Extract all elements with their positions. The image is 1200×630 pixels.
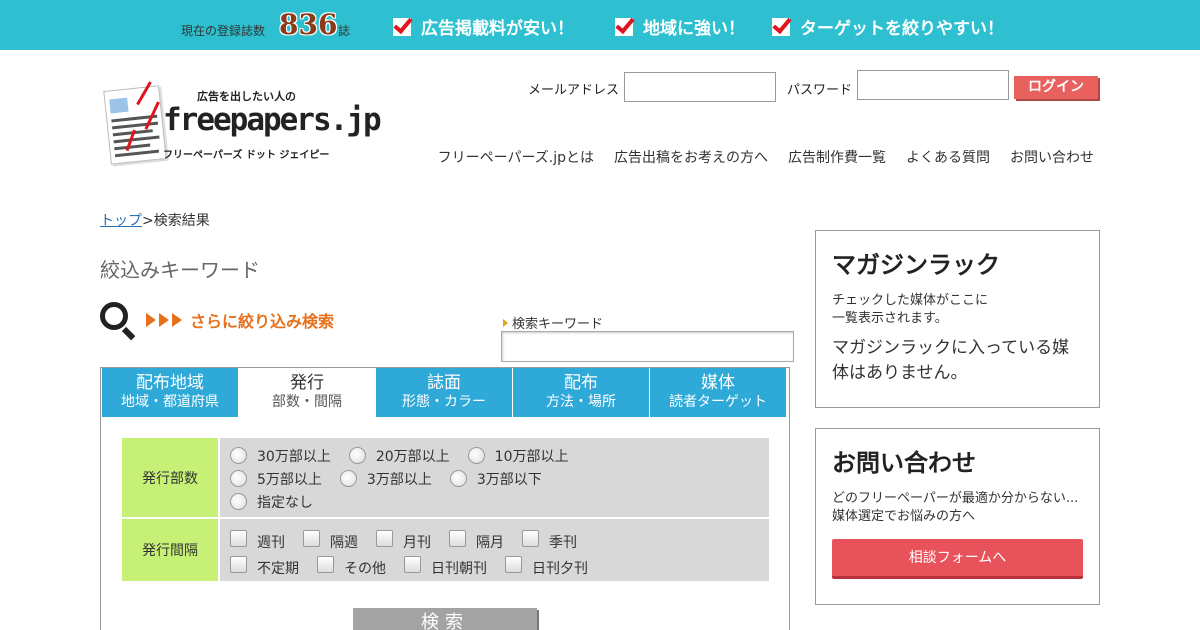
checkbox-option[interactable]: 不定期 xyxy=(230,555,299,578)
consult-form-button[interactable]: 相談フォームへ xyxy=(832,539,1083,579)
nav-about[interactable]: フリーペーパーズ.jpとは xyxy=(438,147,594,167)
contact-box: お問い合わせ どのフリーペーパーが最適か分からない... 媒体選定でお悩みの方へ… xyxy=(815,428,1100,605)
checkbox[interactable] xyxy=(303,529,320,547)
registered-count-label: 現在の登録誌数 xyxy=(181,24,266,38)
main-nav: フリーペーパーズ.jpとは 広告出稿をお考えの方へ 広告制作費一覧 よくある質問… xyxy=(438,147,1094,167)
tab-area[interactable]: 配布地域 地域・都道府県 xyxy=(102,368,239,417)
radio-option[interactable]: 3万部以上 xyxy=(339,469,432,489)
search-icon xyxy=(100,302,136,341)
tab-issue[interactable]: 発行 部数・間隔 xyxy=(239,368,376,417)
checkbox-option[interactable]: 日刊夕刊 xyxy=(505,555,588,578)
tab-format[interactable]: 誌面 形態・カラー xyxy=(376,368,513,417)
radio-option[interactable]: 3万部以下 xyxy=(449,469,542,489)
magazine-rack-box: マガジンラック チェックした媒体がここに 一覧表示されます。 マガジンラックに入… xyxy=(815,230,1100,408)
radio-option[interactable]: 20万部以上 xyxy=(348,446,450,466)
logo-name: freepapers.jp xyxy=(163,102,382,138)
keyword-input[interactable] xyxy=(501,331,794,362)
password-label: パスワード xyxy=(787,83,853,98)
contact-desc: 媒体選定でお悩みの方へ xyxy=(832,509,976,524)
login-button[interactable]: ログイン xyxy=(1014,76,1098,99)
interval-options: 週刊 隔週 月刊 隔月 季刊 不定期 その他 日刊朝刊 日刊夕刊 xyxy=(220,519,769,581)
breadcrumb-current: >検索結果 xyxy=(142,213,210,229)
checkbox[interactable] xyxy=(376,529,393,547)
feature-cheap: 広告掲載料が安い！ xyxy=(393,14,574,39)
nav-advertisers[interactable]: 広告出稿をお考えの方へ xyxy=(614,147,768,167)
checkbox-option[interactable]: 季刊 xyxy=(522,529,577,552)
refine-search-title: さらに絞り込み検索 xyxy=(190,312,335,331)
radio-button[interactable] xyxy=(230,493,247,510)
contact-title: お問い合わせ xyxy=(832,449,976,477)
circulation-filter: 発行部数 30万部以上 20万部以上 10万部以上 5万部以上 3万部以上 3万… xyxy=(122,438,769,517)
top-banner: 現在の登録誌数 836 誌 広告掲載料が安い！ 地域に強い！ ターゲットを絞りや… xyxy=(0,0,1200,50)
interval-label: 発行間隔 xyxy=(122,519,218,581)
feature-local: 地域に強い！ xyxy=(615,14,745,39)
tab-distribution[interactable]: 配布 方法・場所 xyxy=(513,368,650,417)
interval-filter: 発行間隔 週刊 隔週 月刊 隔月 季刊 不定期 その他 日刊朝刊 日刊夕刊 xyxy=(122,519,769,581)
triangle-icon xyxy=(172,313,182,327)
email-field[interactable] xyxy=(624,72,776,102)
checkbox-option[interactable]: 隔週 xyxy=(303,529,358,552)
checkbox-option[interactable]: 週刊 xyxy=(230,529,285,552)
magazine-rack-empty: マガジンラックに入っている媒体はありません。 xyxy=(832,338,1070,383)
radio-option[interactable]: 10万部以上 xyxy=(467,446,568,466)
filter-panel: 配布地域 地域・都道府県 発行 部数・間隔 誌面 形態・カラー 配布 方法・場所… xyxy=(100,367,790,630)
radio-button[interactable] xyxy=(449,470,467,487)
checkbox-option[interactable]: 月刊 xyxy=(376,529,431,552)
password-field[interactable] xyxy=(857,70,1009,100)
checkbox[interactable] xyxy=(505,555,522,573)
nav-production-cost[interactable]: 広告制作費一覧 xyxy=(788,147,886,167)
logo-reading: フリーペーパーズ ドット ジェイピー xyxy=(163,150,330,161)
tab-media[interactable]: 媒体 読者ターゲット xyxy=(650,368,787,417)
checkbox[interactable] xyxy=(317,555,334,573)
email-label: メールアドレス xyxy=(528,83,620,98)
radio-button[interactable] xyxy=(348,447,366,464)
filter-tabs: 配布地域 地域・都道府県 発行 部数・間隔 誌面 形態・カラー 配布 方法・場所… xyxy=(102,368,787,417)
breadcrumb-home[interactable]: トップ xyxy=(100,213,142,229)
search-button[interactable]: 検索 xyxy=(353,608,537,630)
magazine-rack-desc: 一覧表示されます。 xyxy=(832,311,948,326)
site-logo[interactable]: 広告を出したい人の freepapers.jp フリーペーパーズ ドット ジェイ… xyxy=(103,81,382,168)
checkmark-icon xyxy=(615,17,633,36)
checkmark-icon xyxy=(772,17,790,36)
newspaper-icon xyxy=(103,85,167,165)
registered-count-unit: 誌 xyxy=(338,24,351,38)
radio-option[interactable]: 5万部以上 xyxy=(230,469,322,489)
triangle-icon xyxy=(146,313,156,327)
radio-button[interactable] xyxy=(230,470,247,487)
triangle-icon xyxy=(159,313,169,327)
checkbox-option[interactable]: 隔月 xyxy=(449,529,504,552)
radio-button[interactable] xyxy=(467,447,485,464)
nav-contact[interactable]: お問い合わせ xyxy=(1010,147,1094,167)
circulation-label: 発行部数 xyxy=(122,438,218,517)
checkbox[interactable] xyxy=(522,529,539,547)
checkmark-icon xyxy=(393,17,411,36)
registered-count: 836 xyxy=(279,8,338,41)
checkbox-option[interactable]: 日刊朝刊 xyxy=(404,555,487,578)
contact-desc: どのフリーペーパーが最適か分からない... xyxy=(832,491,1079,506)
checkbox[interactable] xyxy=(230,555,247,573)
radio-option[interactable]: 指定なし xyxy=(230,492,313,512)
radio-option[interactable]: 30万部以上 xyxy=(230,446,331,466)
page-title: 絞込みキーワード xyxy=(100,258,260,282)
feature-target: ターゲットを絞りやすい！ xyxy=(772,14,1004,39)
circulation-options: 30万部以上 20万部以上 10万部以上 5万部以上 3万部以上 3万部以下 指… xyxy=(220,438,769,517)
magazine-rack-desc: チェックした媒体がここに xyxy=(832,293,989,308)
nav-faq[interactable]: よくある質問 xyxy=(906,147,990,167)
checkbox[interactable] xyxy=(449,529,466,547)
refine-search-header: さらに絞り込み検索 xyxy=(100,302,335,341)
checkbox[interactable] xyxy=(230,529,247,547)
checkbox-option[interactable]: その他 xyxy=(317,555,386,578)
keyword-label: 検索キーワード xyxy=(503,313,603,332)
magazine-rack-title: マガジンラック xyxy=(832,251,1000,279)
checkbox[interactable] xyxy=(404,555,421,573)
breadcrumb: トップ>検索結果 xyxy=(100,210,210,230)
radio-button[interactable] xyxy=(339,470,357,487)
radio-button[interactable] xyxy=(230,447,247,464)
